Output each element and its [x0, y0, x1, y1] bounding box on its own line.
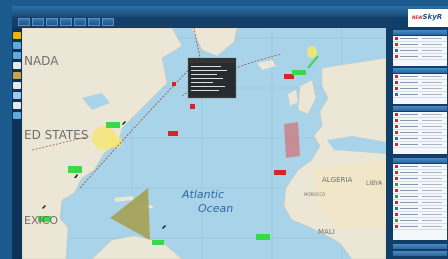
panel-header-1[interactable] — [393, 30, 447, 35]
panel-section-1 — [393, 36, 447, 66]
label-united-states: ED STATES — [24, 128, 89, 142]
measure-icon[interactable] — [13, 72, 21, 79]
sigmet-red-area[interactable] — [284, 122, 300, 158]
panel-section-3 — [393, 112, 447, 154]
panel-header-3[interactable] — [393, 106, 447, 111]
list-item[interactable] — [393, 54, 447, 60]
label-ocean-line1: Atlantic — [182, 188, 225, 201]
weather-cell-small[interactable] — [110, 136, 122, 148]
settings-icon[interactable] — [13, 102, 21, 109]
menu-item-4[interactable] — [60, 18, 72, 26]
label-mali: MALI — [318, 228, 335, 236]
map-canvas[interactable] — [22, 28, 386, 259]
brand-logo-text: NEWSkyR — [412, 13, 442, 21]
pan-icon[interactable] — [13, 82, 21, 89]
flight-label[interactable] — [256, 234, 270, 240]
menu-item-3[interactable] — [46, 18, 58, 26]
weather-cell-north[interactable] — [307, 46, 317, 58]
flight-info-popup[interactable] — [187, 57, 237, 99]
left-toolbar — [12, 28, 22, 259]
menu-item-6[interactable] — [88, 18, 100, 26]
menu-item-5[interactable] — [74, 18, 86, 26]
flight-map[interactable]: NADA ED STATES EXICO Atlantic Ocean ALGE… — [22, 28, 386, 259]
app-window: NEWSkyR NADA ED STATES EXICO Atlantic Oc… — [12, 6, 448, 259]
title-bar — [12, 6, 448, 17]
panel-header-6[interactable] — [393, 251, 447, 256]
menu-item-7[interactable] — [102, 18, 114, 26]
aircraft-tag[interactable] — [190, 104, 195, 109]
label-algeria: ALGERIA — [322, 176, 353, 184]
list-item[interactable] — [393, 142, 447, 148]
list-item[interactable] — [393, 92, 447, 98]
brand-logo: NEWSkyR — [408, 9, 448, 27]
list-item[interactable] — [393, 224, 447, 230]
panel-header-5[interactable] — [393, 244, 447, 249]
menu-bar — [12, 17, 392, 27]
aircraft-tag[interactable] — [274, 170, 286, 175]
label-morocco: MOROCCO — [304, 192, 326, 197]
aircraft-tag[interactable] — [172, 82, 176, 86]
label-canada: NADA — [24, 54, 59, 68]
filter-icon[interactable] — [13, 92, 21, 99]
logo-small: NEW — [412, 15, 423, 20]
flight-label[interactable] — [152, 240, 164, 245]
panel-section-4 — [393, 164, 447, 240]
layers-icon[interactable] — [13, 62, 21, 69]
flight-label[interactable] — [292, 70, 306, 75]
label-ocean-line2: Ocean — [198, 202, 234, 215]
aircraft-tag[interactable] — [168, 131, 178, 136]
label-libya: LIBYA — [366, 180, 383, 187]
flight-label[interactable] — [68, 166, 82, 173]
menu-item-2[interactable] — [32, 18, 44, 26]
info-icon[interactable] — [13, 112, 21, 119]
logo-brand: SkyR — [422, 13, 443, 21]
panel-header-2[interactable] — [393, 68, 447, 73]
plane-icon[interactable] — [13, 32, 21, 39]
zoom-in-icon[interactable] — [13, 42, 21, 49]
flight-list-panel — [392, 28, 448, 259]
zoom-out-icon[interactable] — [13, 52, 21, 59]
panel-section-2 — [393, 74, 447, 104]
panel-header-4[interactable] — [393, 158, 447, 163]
flight-label[interactable] — [106, 122, 120, 128]
label-mexico: EXICO — [24, 214, 59, 227]
menu-item-1[interactable] — [18, 18, 30, 26]
